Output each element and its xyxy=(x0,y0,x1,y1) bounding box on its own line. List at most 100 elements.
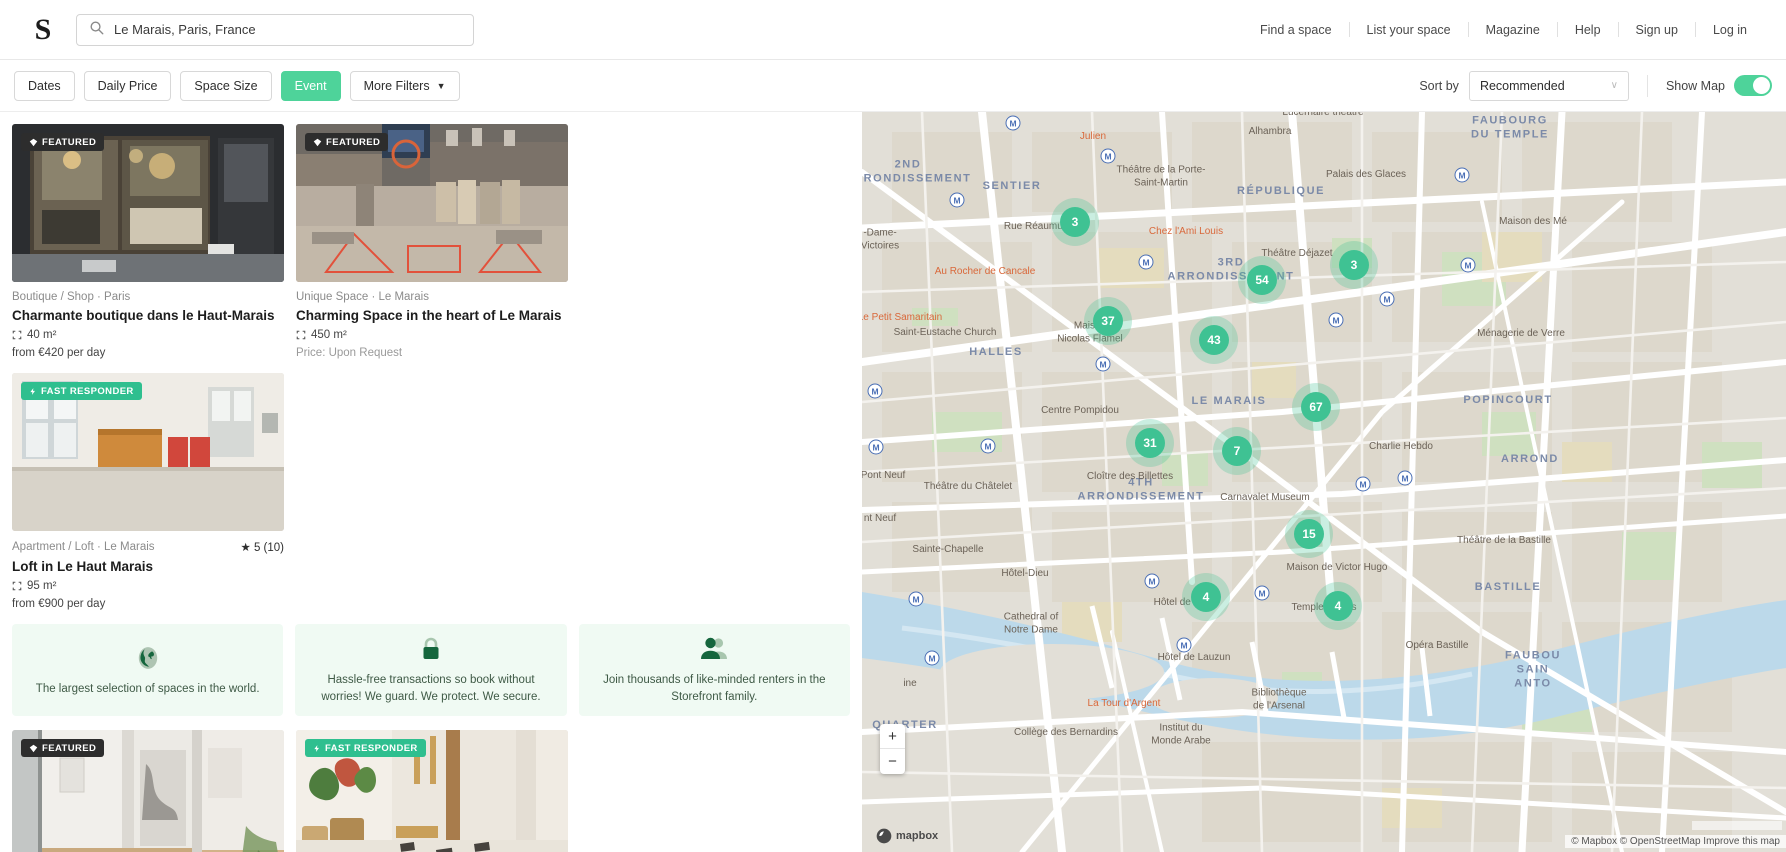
listing-size-value: 95 m² xyxy=(27,580,57,592)
listing-title[interactable]: Charmante boutique dans le Haut-Marais xyxy=(12,308,284,323)
listing-badge: FAST RESPONDER xyxy=(305,739,426,757)
diamond-icon xyxy=(29,138,38,146)
promo-text: Hassle-free transactions so book without… xyxy=(321,674,541,703)
listing-badge-label: FEATURED xyxy=(42,742,97,754)
promo-text: The largest selection of spaces in the w… xyxy=(35,682,260,695)
filter-daily-price[interactable]: Daily Price xyxy=(83,70,172,101)
listing-badge: FEATURED xyxy=(21,133,105,151)
map-panel[interactable]: 2NDARRONDISSEMENTSENTIER3RDARRONDISSEMEN… xyxy=(862,112,1786,852)
listing-grid-row-2: FEATURED Art Gallery · Paris Galerie aty… xyxy=(12,730,852,852)
zoom-in-button[interactable]: + xyxy=(880,724,905,749)
toggle-knob xyxy=(1753,77,1770,94)
metro-station-icon: M xyxy=(1100,148,1116,164)
sort-select[interactable]: Recommended ∨ xyxy=(1468,70,1629,101)
nav-sign-up[interactable]: Sign up xyxy=(1619,23,1695,37)
listing-badge-label: FAST RESPONDER xyxy=(41,385,134,397)
map-cluster-marker[interactable]: 54 xyxy=(1247,265,1277,295)
map-cluster-marker[interactable]: 4 xyxy=(1191,582,1221,612)
listing-meta: Apartment / Loft · Le Marais ★ 5 (10) xyxy=(12,540,284,554)
listing-badge: FEATURED xyxy=(305,133,389,151)
filter-bar-right: Sort by Recommended ∨ Show Map xyxy=(1419,70,1772,101)
listing-price: from €900 per day xyxy=(12,598,106,610)
map-cluster-marker[interactable]: 31 xyxy=(1135,428,1165,458)
search-box[interactable] xyxy=(76,13,474,46)
metro-station-icon: M xyxy=(949,192,965,208)
map-basemap xyxy=(862,112,1786,852)
listing-badge-label: FEATURED xyxy=(326,136,381,148)
expand-icon xyxy=(12,581,22,591)
diamond-icon xyxy=(29,744,38,752)
listing-card[interactable]: FAST RESPONDER Apartment / Loft · Le Mar… xyxy=(12,373,284,610)
nav-magazine[interactable]: Magazine xyxy=(1469,23,1557,37)
map-cluster-marker[interactable]: 4 xyxy=(1323,591,1353,621)
metro-station-icon: M xyxy=(1176,637,1192,653)
metro-station-icon: M xyxy=(1005,115,1021,131)
content-area: FEATURED Boutique / Shop · Paris Charman… xyxy=(0,112,1786,852)
nav-help[interactable]: Help xyxy=(1558,23,1618,37)
globe-icon xyxy=(135,643,161,673)
listing-card[interactable]: FAST RESPONDER Unique Space · Paris ★ 5 … xyxy=(296,730,568,852)
nav-list-your-space[interactable]: List your space xyxy=(1350,23,1468,37)
listing-meta: Unique Space · Le Marais xyxy=(296,291,568,303)
filter-space-size[interactable]: Space Size xyxy=(180,70,272,101)
zoom-out-button[interactable]: − xyxy=(880,749,905,774)
metro-station-icon: M xyxy=(980,438,996,454)
map-cluster-marker[interactable]: 67 xyxy=(1301,392,1331,422)
search-icon xyxy=(89,20,104,40)
metro-station-icon: M xyxy=(1328,312,1344,328)
map-cluster-marker[interactable]: 43 xyxy=(1199,325,1229,355)
filter-dates[interactable]: Dates xyxy=(14,70,75,101)
show-map-toggle[interactable] xyxy=(1734,75,1772,96)
listing-title[interactable]: Loft in Le Haut Marais xyxy=(12,559,284,574)
filter-more-filters[interactable]: More Filters ▼ xyxy=(349,70,460,101)
listing-size: 95 m² xyxy=(12,580,284,592)
listing-badge-label: FEATURED xyxy=(42,136,97,148)
map-cluster-marker[interactable]: 3 xyxy=(1339,250,1369,280)
filter-more-filters-label: More Filters xyxy=(363,78,430,93)
map-cluster-marker[interactable]: 37 xyxy=(1093,306,1123,336)
show-map-label: Show Map xyxy=(1665,78,1725,93)
promo-banner: The largest selection of spaces in the w… xyxy=(12,624,284,716)
metro-station-icon: M xyxy=(867,383,883,399)
metro-station-icon: M xyxy=(1379,291,1395,307)
bolt-icon xyxy=(314,744,319,752)
listing-image[interactable]: FEATURED xyxy=(12,730,284,852)
top-nav: Find a space List your space Magazine He… xyxy=(1243,22,1764,37)
nav-find-a-space[interactable]: Find a space xyxy=(1243,23,1349,37)
listing-price: Price: Upon Request xyxy=(296,347,403,359)
listing-image[interactable]: FAST RESPONDER xyxy=(12,373,284,531)
listing-badge-label: FAST RESPONDER xyxy=(325,742,418,754)
search-input[interactable] xyxy=(114,22,461,37)
listing-badge: FAST RESPONDER xyxy=(21,382,142,400)
metro-station-icon: M xyxy=(1254,585,1270,601)
map-zoom-controls[interactable]: + − xyxy=(880,724,905,774)
listing-card[interactable]: FEATURED Boutique / Shop · Paris Charman… xyxy=(12,124,284,359)
map-cluster-marker[interactable]: 7 xyxy=(1222,436,1252,466)
expand-icon xyxy=(296,330,306,340)
listing-image[interactable]: FEATURED xyxy=(12,124,284,282)
listing-results[interactable]: FEATURED Boutique / Shop · Paris Charman… xyxy=(0,112,862,852)
listing-card[interactable]: FEATURED Art Gallery · Paris Galerie aty… xyxy=(12,730,284,852)
listing-badge: FEATURED xyxy=(21,739,105,757)
bolt-icon xyxy=(30,387,35,395)
listing-rating-value: 5 (10) xyxy=(253,542,284,554)
listing-price: from €420 per day xyxy=(12,347,106,359)
metro-station-icon: M xyxy=(868,439,884,455)
promo-banner: Hassle-free transactions so book without… xyxy=(295,624,567,716)
listing-title[interactable]: Charming Space in the heart of Le Marais xyxy=(296,308,568,323)
filter-event[interactable]: Event xyxy=(280,70,341,101)
listing-rating: ★ 5 (10) xyxy=(240,540,284,554)
star-icon: ★ xyxy=(240,542,251,554)
sort-by-label: Sort by xyxy=(1419,78,1459,93)
listing-category: Boutique / Shop · Paris xyxy=(12,291,131,303)
nav-log-in[interactable]: Log in xyxy=(1696,23,1764,37)
map-cluster-marker[interactable]: 3 xyxy=(1060,207,1090,237)
mapbox-logo[interactable]: mapbox xyxy=(876,828,938,844)
map-cluster-marker[interactable]: 15 xyxy=(1294,519,1324,549)
listing-image[interactable]: FAST RESPONDER xyxy=(296,730,568,852)
listing-card[interactable]: FEATURED Unique Space · Le Marais Charmi… xyxy=(296,124,568,359)
listing-image[interactable]: FEATURED xyxy=(296,124,568,282)
metro-station-icon: M xyxy=(1355,476,1371,492)
logo[interactable]: S xyxy=(22,14,64,45)
divider xyxy=(1646,74,1648,97)
